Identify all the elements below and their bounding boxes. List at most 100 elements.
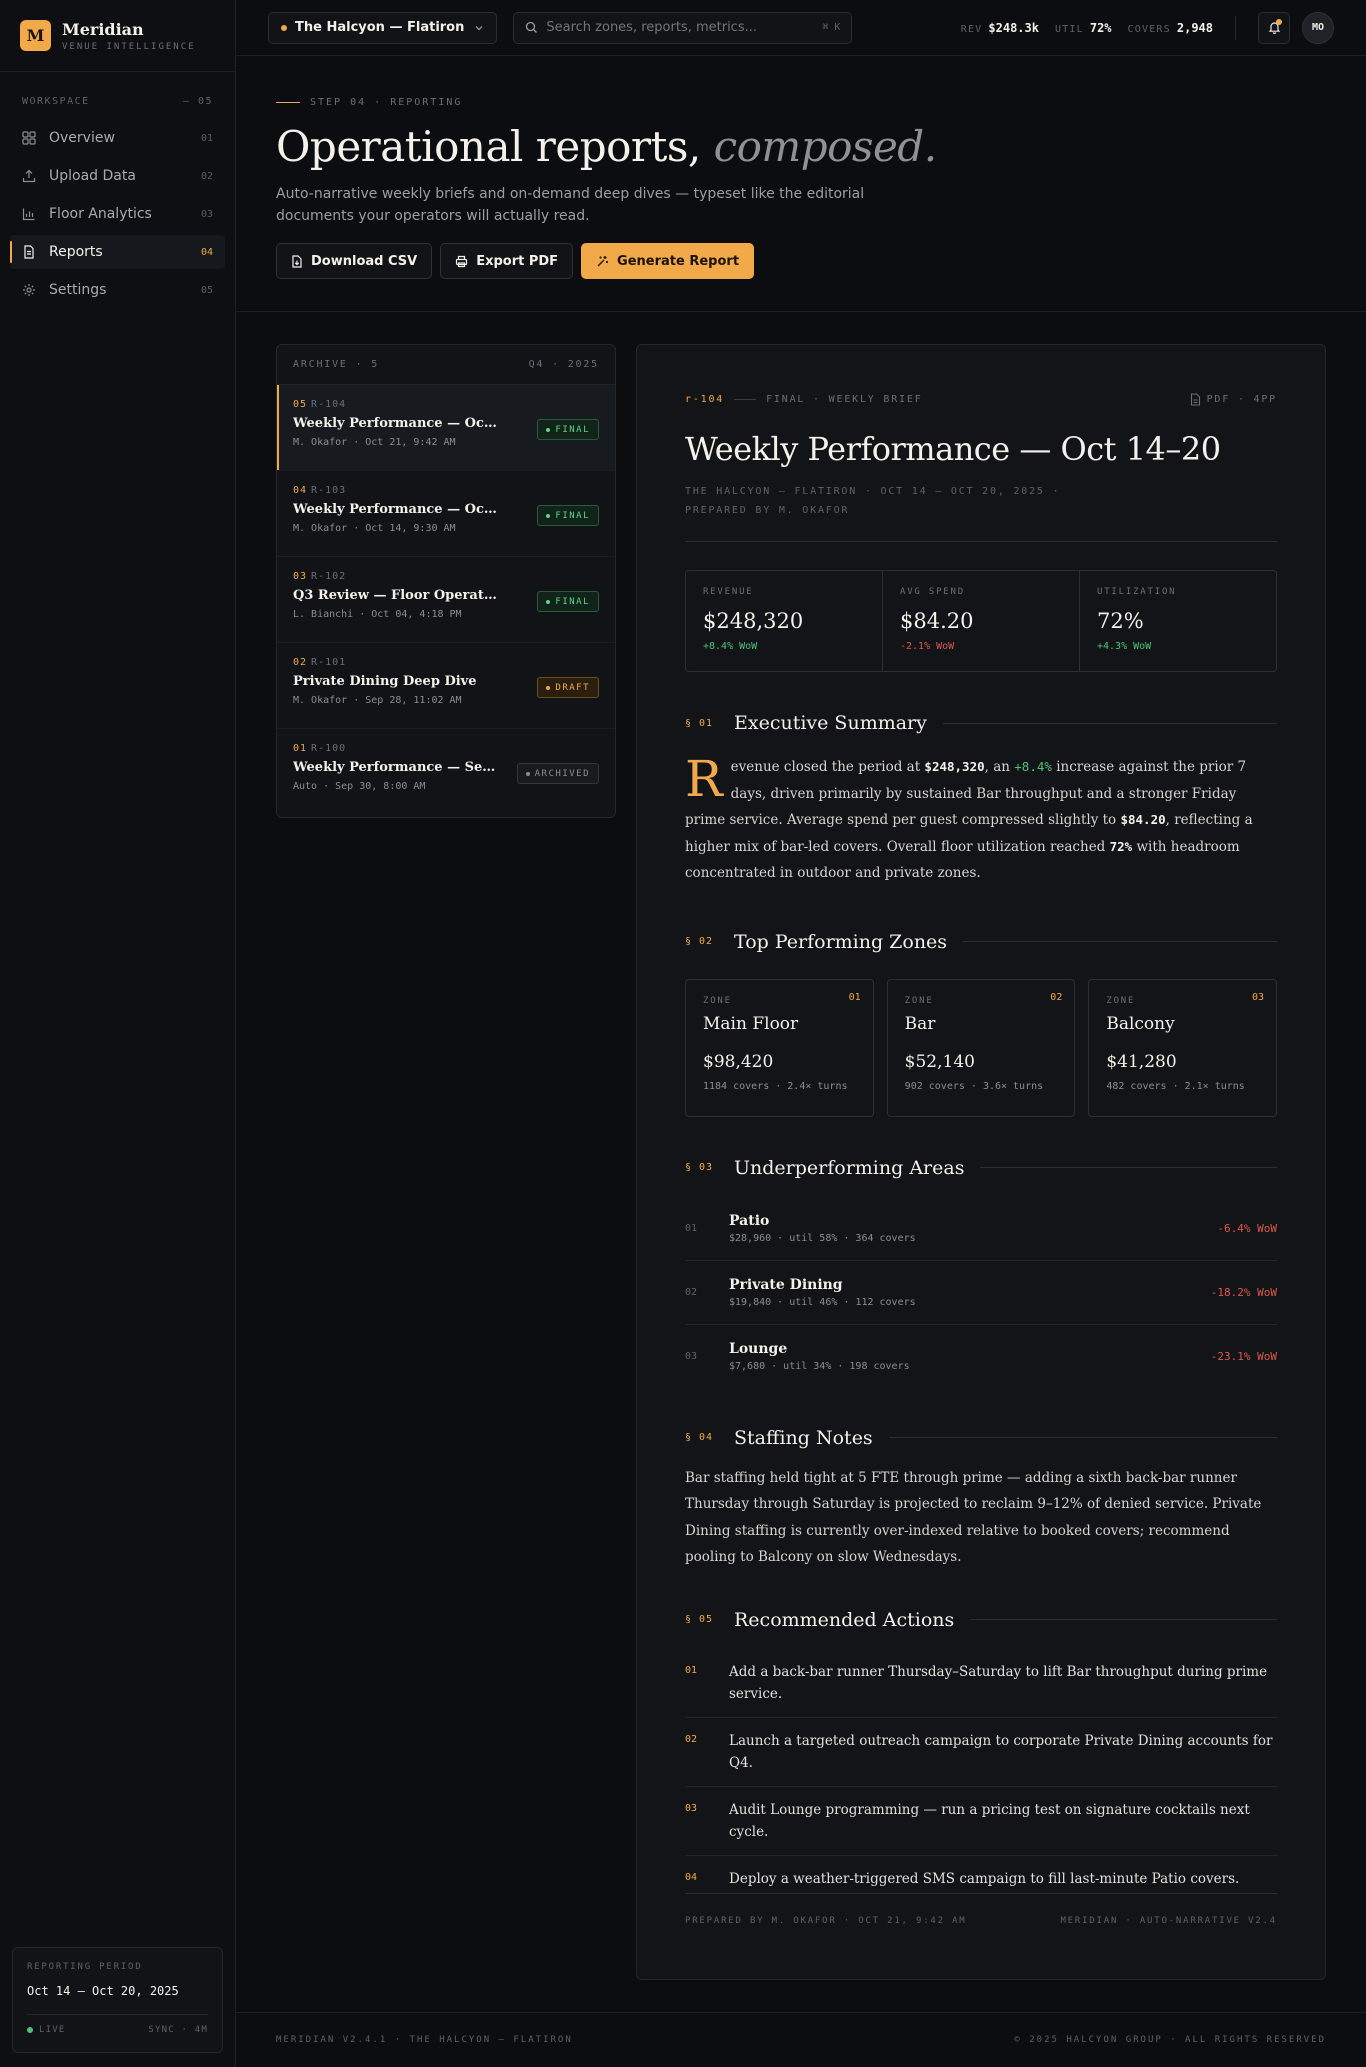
sidebar-item-upload-data[interactable]: Upload Data 02 [10,159,225,193]
section-title: Underperforming Areas [734,1156,965,1179]
document-subtitle: THE HALCYON — FLATIRON · OCT 14 – OCT 20… [685,482,1277,520]
item-delta: -6.4% WoW [1217,1221,1277,1235]
export-pdf-button[interactable]: Export PDF [440,243,574,279]
metric-utilization: UTIL 72% [1055,21,1112,35]
report-list-item[interactable]: 02 R-101 Private Dining Deep Dive M. Okaf… [277,643,615,729]
pdf-info[interactable]: PDF · 4PP [1190,393,1277,406]
document-title: Weekly Performance — Oct 14–20 [685,430,1221,468]
download-csv-button[interactable]: Download CSV [276,243,433,279]
item-index: 03 [685,1351,698,1362]
item-index: 02 [685,1286,698,1298]
sidebar-nav: Overview 01 Upload Data 02 Floor Analyti… [0,121,235,307]
report-code: R-101 [311,657,347,668]
footer-version: MERIDIAN V2.4.1 · THE HALCYON — FLATIRON [276,2035,573,2045]
zone-revenue: $41,280 [1106,1051,1177,1072]
report-code: R-100 [311,743,347,754]
section-heading-top-zones: § 02 Top Performing Zones [685,931,1277,953]
zone-rank: 03 [1251,991,1265,1003]
report-id: 01 R-100 [293,743,599,754]
item-meta: $7,680 · util 34% · 198 covers [729,1361,910,1372]
action-index: 01 [685,1664,698,1676]
report-document: R-104 FINAL · WEEKLY BRIEF PDF · 4PP Wee… [636,344,1326,1980]
divider [888,1437,1277,1438]
title-emphasis: composed. [713,122,937,171]
file-download-icon [292,254,302,268]
sidebar-item-overview[interactable]: Overview 01 [10,121,225,155]
divider [980,1167,1277,1168]
kpi-value: $248,320 [703,609,804,633]
section-heading-staffing: § 04 Staffing Notes [685,1427,1277,1449]
sidebar-item-label: Upload Data [49,168,136,184]
page-footer: MERIDIAN V2.4.1 · THE HALCYON — FLATIRON… [236,2012,1366,2067]
list-item[interactable]: 01 Patio $28,960 · util 58% · 364 covers… [685,1197,1277,1261]
report-index: 03 [293,571,308,582]
kpi-value: 72% [1097,609,1144,633]
report-index: 01 [293,743,308,754]
workspace-label: WORKSPACE [22,96,90,107]
header-metrics: REV $248.3k UTIL 72% COVERS 2,948 [961,11,1290,44]
live-label: LIVE [39,2025,66,2035]
list-item[interactable]: 03 Lounge $7,680 · util 34% · 198 covers… [685,1325,1277,1389]
search-input[interactable] [546,20,823,35]
status-label: DRAFT [555,682,590,693]
section-title: Top Performing Zones [734,930,948,953]
zone-card[interactable]: ZONE 03 Balcony $41,280 482 covers · 2.1… [1088,978,1278,1117]
brand[interactable]: M Meridian VENUE INTELLIGENCE [0,0,235,72]
metric-label: REV [960,23,983,35]
zone-label: ZONE [703,995,732,1006]
brand-subtitle: VENUE INTELLIGENCE [62,41,196,52]
sidebar-item-settings[interactable]: Settings 05 [10,273,225,307]
section-title: Recommended Actions [734,1608,955,1631]
live-dot-icon [27,2026,33,2033]
venue-selector[interactable]: The Halcyon — Flatiron [268,11,498,44]
sidebar-item-label: Overview [49,130,115,146]
venue-dot-icon [281,24,287,31]
zone-meta: 902 covers · 3.6× turns [904,1080,1044,1092]
status-label: FINAL [555,596,590,607]
notifications-button[interactable] [1258,11,1290,44]
sidebar-item-reports[interactable]: Reports 04 [10,235,225,269]
document-footer-left: PREPARED BY M. OKAFOR · OCT 21, 9:42 AM [685,1916,967,1926]
period-footer: LIVE SYNC · 4M [27,2014,208,2035]
user-avatar[interactable]: MO [1302,11,1334,44]
generate-report-button[interactable]: Generate Report [581,243,755,279]
divider [942,722,1277,724]
report-id: 05 R-104 [293,399,599,410]
report-list-item[interactable]: 04R-103 Weekly Performance — Oct 7–13 M.… [277,471,615,557]
hero-actions: Download CSV Export PDF Generate Report [276,243,1326,279]
zone-name: Bar [904,1013,936,1034]
list-item[interactable]: 02 Private Dining $19,840 · util 46% · 1… [685,1261,1277,1325]
report-code: R-104 [311,399,347,410]
step-indicator: STEP 04 · REPORTING [276,97,1326,108]
top-zones: ZONE 01 Main Floor $98,420 1184 covers ·… [685,978,1278,1117]
live-status: LIVE [27,2025,65,2035]
zone-card[interactable]: ZONE 02 Bar $52,140 902 covers · 3.6× tu… [886,978,1076,1117]
search-icon [526,21,538,33]
sidebar-item-floor-analytics[interactable]: Floor Analytics 03 [10,197,225,231]
topbar: The Halcyon — Flatiron ⌘ K REV $248.3k UT… [236,0,1366,56]
item-name: Lounge [729,1341,788,1357]
search-box[interactable]: ⌘ K [513,11,853,44]
report-list-item[interactable]: 03 R-102 Q3 Review — Floor Operations L. … [277,557,615,643]
staffing-notes-text: Bar staffing held tight at 5 FTE through… [685,1469,1262,1566]
reporting-period-card: REPORTING PERIOD Oct 14 – Oct 20, 2025 L… [12,1947,223,2053]
status-dot [546,427,551,432]
report-id: 04 R-103 [293,485,599,496]
item-meta: $28,960 · util 58% · 364 covers [729,1232,916,1244]
report-list-item[interactable]: 01R-100 Weekly Performance — Sep 23–29 A… [277,729,615,815]
section-title: Staffing Notes [734,1426,873,1449]
sidebar-item-num: 01 [200,132,213,144]
item-index: 01 [685,1222,698,1234]
button-label: Export PDF [476,253,559,269]
section-number: § 01 [685,717,714,729]
report-title: Q3 Review — Floor Operations [293,588,498,603]
report-list-item[interactable]: 05R-104 Weekly Performance — Oct 14–20 M… [277,385,615,471]
section-number: § 04 [685,1432,714,1443]
zone-card[interactable]: ZONE 01 Main Floor $98,420 1184 covers ·… [685,978,874,1117]
metric-revenue: REV $248.3k [961,21,1039,35]
kpi-delta: +4.3% WoW [1097,641,1152,652]
zone-revenue: $52,140 [904,1051,975,1072]
kpi-delta: -2.1% WoW [900,641,955,652]
notification-dot [1276,18,1282,25]
sparkle-icon [597,255,609,266]
